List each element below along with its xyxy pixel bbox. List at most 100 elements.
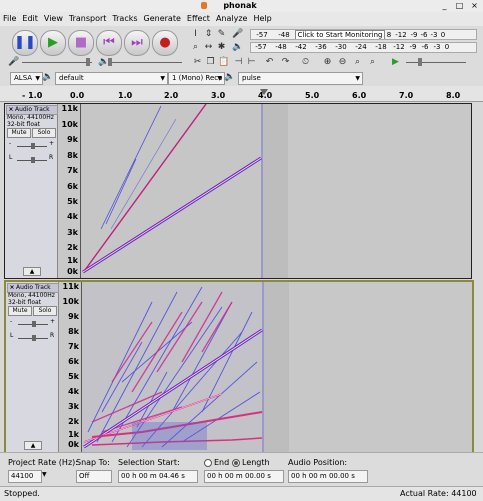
undo-icon[interactable]: ↶	[264, 57, 275, 68]
solo-button[interactable]: Solo	[32, 128, 56, 138]
gain-knob[interactable]	[32, 321, 36, 327]
audio-position-label: Audio Position:	[288, 458, 348, 467]
menu-tracks[interactable]: Tracks	[109, 12, 140, 26]
record-meter[interactable]: -57 -48 Click to Start Monitoring 8 -12 -9 -6-…	[250, 29, 477, 40]
silence-icon[interactable]: ⊢	[246, 57, 257, 68]
record-meter-icon[interactable]: 🎤	[232, 29, 243, 40]
audio-host-select[interactable]: ALSA ▼	[10, 72, 43, 85]
copy-icon[interactable]: ❐	[205, 57, 216, 68]
playback-device-select[interactable]: default ▼	[55, 72, 168, 85]
ruler-label: - 1.0	[22, 91, 43, 100]
status-text: Stopped.	[4, 489, 40, 498]
mute-button[interactable]: Mute	[8, 306, 32, 316]
selection-start-field[interactable]: 00 h 00 m 04.46 s	[118, 470, 198, 483]
recording-channels-select[interactable]: 1 (Mono) Reco ▼	[168, 72, 225, 85]
audio-track-1[interactable]: ×Audio Track Mono, 44100Hz 32-bit float …	[4, 103, 472, 279]
record-button[interactable]: ●	[152, 30, 178, 56]
playback-volume-knob[interactable]	[108, 58, 112, 66]
mute-button[interactable]: Mute	[7, 128, 31, 138]
maximize-button[interactable]: □	[455, 1, 464, 10]
menu-bar: File Edit View Transport Tracks Generate Effec…	[0, 12, 483, 26]
redo-icon[interactable]: ↷	[280, 57, 291, 68]
ruler-label: 5.0	[305, 91, 320, 100]
snap-to-select[interactable]: Off	[76, 470, 112, 483]
skip-end-button[interactable]: ⏭	[124, 30, 150, 56]
zoom-tool-icon[interactable]: ⌕	[190, 42, 201, 53]
collapse-track-button[interactable]: ▲	[23, 267, 41, 276]
audio-position-field[interactable]: 00 h 00 m 00.00 s	[288, 470, 368, 483]
track-bit-depth: 32-bit float	[8, 299, 42, 306]
play-button[interactable]: ▶	[40, 30, 66, 56]
close-icon[interactable]: ×	[8, 284, 16, 292]
solo-button[interactable]: Solo	[33, 306, 57, 316]
record-icon: ●	[159, 35, 171, 50]
track-bit-depth: 32-bit float	[7, 121, 41, 128]
end-radio[interactable]	[204, 459, 212, 467]
fit-selection-icon[interactable]: ⌕	[352, 57, 363, 68]
chevron-down-icon: ▼	[160, 75, 165, 82]
menu-generate[interactable]: Generate	[141, 12, 184, 26]
minimize-button[interactable]: _	[440, 1, 449, 10]
ruler-label: 3.0	[211, 91, 226, 100]
playback-device-icon: 🔈	[42, 72, 54, 82]
paste-icon[interactable]: 📋	[218, 57, 229, 68]
multi-tool-icon[interactable]: ✱	[216, 42, 227, 53]
skip-start-icon: ⏮	[103, 35, 115, 50]
frequency-axis: 11k 10k 9k 8k 7k 6k 5k 4k 3k 2k 1k 0k	[59, 282, 82, 452]
playback-meter-icon[interactable]: 🔈	[232, 42, 243, 53]
playback-meter[interactable]: -57 -48 -42 -36 -30 -24 -18 -12 -9 -6 -3 0	[250, 42, 477, 53]
project-rate-select[interactable]: 44100	[8, 470, 42, 483]
timeshift-tool-icon[interactable]: ↔	[203, 42, 214, 53]
skip-end-icon: ⏭	[131, 35, 143, 50]
length-radio[interactable]	[232, 459, 240, 467]
fit-project-icon[interactable]: ⌕	[367, 57, 378, 68]
track-format: Mono, 44100Hz	[8, 292, 55, 299]
spectrogram-1[interactable]	[81, 104, 471, 278]
snap-to-label: Snap To:	[76, 458, 110, 467]
menu-edit[interactable]: Edit	[19, 12, 41, 26]
draw-tool-icon[interactable]: ✎	[216, 29, 227, 40]
menu-effect[interactable]: Effect	[184, 12, 213, 26]
pause-button[interactable]: ❚❚	[12, 30, 38, 56]
recording-device-icon: 🔈	[224, 72, 236, 82]
selection-tool-icon[interactable]: I	[190, 29, 201, 40]
play-speed-slider[interactable]	[406, 62, 466, 63]
close-icon[interactable]: ×	[7, 106, 15, 114]
pause-icon: ❚❚	[14, 35, 36, 50]
pan-right-label: R	[50, 332, 55, 339]
zoom-out-icon[interactable]: ⊖	[337, 57, 348, 68]
pan-left-label: L	[10, 332, 14, 339]
selection-length-field[interactable]: 00 h 00 m 00.00 s	[204, 470, 284, 483]
pan-knob[interactable]	[31, 157, 35, 163]
zoom-in-icon[interactable]: ⊕	[322, 57, 333, 68]
record-volume-slider[interactable]	[22, 62, 92, 63]
skip-start-button[interactable]: ⏮	[96, 30, 122, 56]
pan-knob[interactable]	[32, 335, 36, 341]
sync-lock-icon[interactable]: ⏲	[300, 57, 311, 68]
play-speed-knob[interactable]	[418, 58, 422, 66]
menu-file[interactable]: File	[0, 12, 19, 26]
menu-help[interactable]: Help	[250, 12, 274, 26]
menu-view[interactable]: View	[41, 12, 66, 26]
frequency-axis: 11k 10k 9k 8k 7k 6k 5k 4k 3k 2k 1k 0k	[58, 104, 81, 278]
menu-analyze[interactable]: Analyze	[213, 12, 251, 26]
recording-device-select[interactable]: pulse ▼	[238, 72, 363, 85]
gain-knob[interactable]	[31, 143, 35, 149]
stop-button[interactable]: ■	[68, 30, 94, 56]
close-button[interactable]: ×	[470, 1, 479, 10]
audio-track-2[interactable]: ×Audio Track Mono, 44100Hz 32-bit float …	[4, 280, 474, 454]
collapse-track-button[interactable]: ▲	[24, 441, 42, 450]
play-head-marker[interactable]	[260, 89, 268, 95]
start-monitoring-label[interactable]: Click to Start Monitoring	[295, 30, 385, 39]
cut-icon[interactable]: ✂	[192, 57, 203, 68]
chevron-down-icon: ▼	[42, 471, 47, 478]
timeline-ruler[interactable]: - 1.0 0.0 1.0 2.0 3.0 4.0 5.0 6.0 7.0 8.…	[0, 86, 483, 102]
record-volume-knob[interactable]	[86, 58, 90, 66]
envelope-tool-icon[interactable]: ⇕	[203, 29, 214, 40]
playback-volume-slider[interactable]	[112, 62, 182, 63]
play-icon: ▶	[48, 35, 58, 50]
menu-transport[interactable]: Transport	[66, 12, 110, 26]
play-at-speed-icon[interactable]: ▶	[390, 57, 401, 68]
spectrogram-2[interactable]	[82, 282, 470, 452]
trim-icon[interactable]: ⊣	[233, 57, 244, 68]
